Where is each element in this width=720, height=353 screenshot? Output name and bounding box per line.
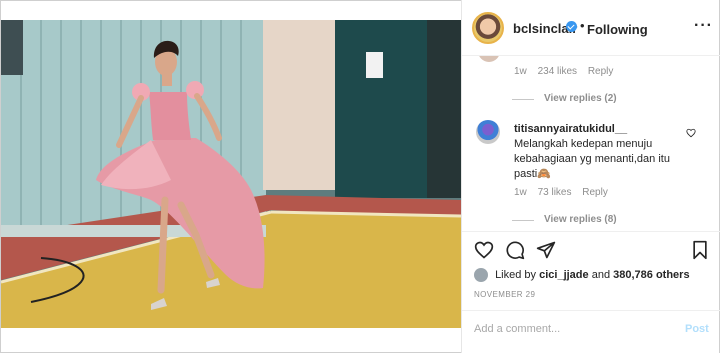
replies-divider bbox=[512, 220, 534, 221]
comment-meta: 1w 73 likes Reply bbox=[514, 187, 616, 198]
comment-reply-button[interactable]: Reply bbox=[582, 187, 608, 198]
header-separator: • bbox=[580, 18, 585, 33]
comment-text: Melangkah kedepan menuju kebahagiaan yg … bbox=[514, 138, 670, 180]
likes-count[interactable]: 380,786 others bbox=[613, 269, 689, 281]
add-comment-bar: Add a comment... Post bbox=[462, 310, 720, 353]
post-header: bclsinclair • Following ··· bbox=[462, 0, 720, 56]
post-photo[interactable] bbox=[1, 20, 461, 328]
verified-badge-icon bbox=[566, 21, 577, 32]
likes-summary: Liked by cici_jjade and 380,786 others bbox=[474, 268, 690, 282]
comment-meta: 1w 234 likes Reply bbox=[514, 66, 621, 77]
post-date[interactable]: NOVEMBER 29 bbox=[474, 290, 535, 299]
post-comment-button[interactable]: Post bbox=[685, 323, 709, 335]
avatar[interactable] bbox=[478, 56, 500, 62]
view-replies-button[interactable]: View replies (8) bbox=[544, 214, 617, 225]
comment-time[interactable]: 1w bbox=[514, 66, 527, 77]
bookmark-icon[interactable] bbox=[691, 240, 709, 260]
liked-by-user[interactable]: cici_jjade bbox=[539, 269, 589, 281]
comment-likes[interactable]: 73 likes bbox=[538, 187, 572, 198]
replies-divider bbox=[512, 99, 534, 100]
heart-icon[interactable] bbox=[686, 128, 696, 138]
post-side-panel: bclsinclair • Following ··· 1w 234 likes… bbox=[461, 0, 720, 353]
more-options-icon[interactable]: ··· bbox=[694, 18, 713, 34]
comment-username[interactable]: titisannyairatukidul__ bbox=[514, 123, 627, 135]
likes-conjunction: and bbox=[591, 268, 611, 281]
comment-time[interactable]: 1w bbox=[514, 187, 527, 198]
following-button[interactable]: Following bbox=[587, 22, 648, 37]
avatar[interactable] bbox=[474, 268, 488, 282]
view-replies-button[interactable]: View replies (2) bbox=[544, 93, 617, 104]
comment-reply-button[interactable]: Reply bbox=[588, 66, 614, 77]
comment-likes[interactable]: 234 likes bbox=[538, 66, 577, 77]
heart-icon[interactable] bbox=[474, 240, 494, 260]
comment-input[interactable]: Add a comment... bbox=[474, 323, 560, 335]
comment-icon[interactable] bbox=[505, 240, 525, 260]
share-icon[interactable] bbox=[536, 240, 556, 260]
comments-list[interactable]: 1w 234 likes Reply View replies (2) titi… bbox=[462, 56, 720, 231]
avatar[interactable] bbox=[472, 12, 504, 44]
avatar[interactable] bbox=[476, 120, 500, 144]
likes-prefix: Liked by bbox=[495, 268, 537, 281]
